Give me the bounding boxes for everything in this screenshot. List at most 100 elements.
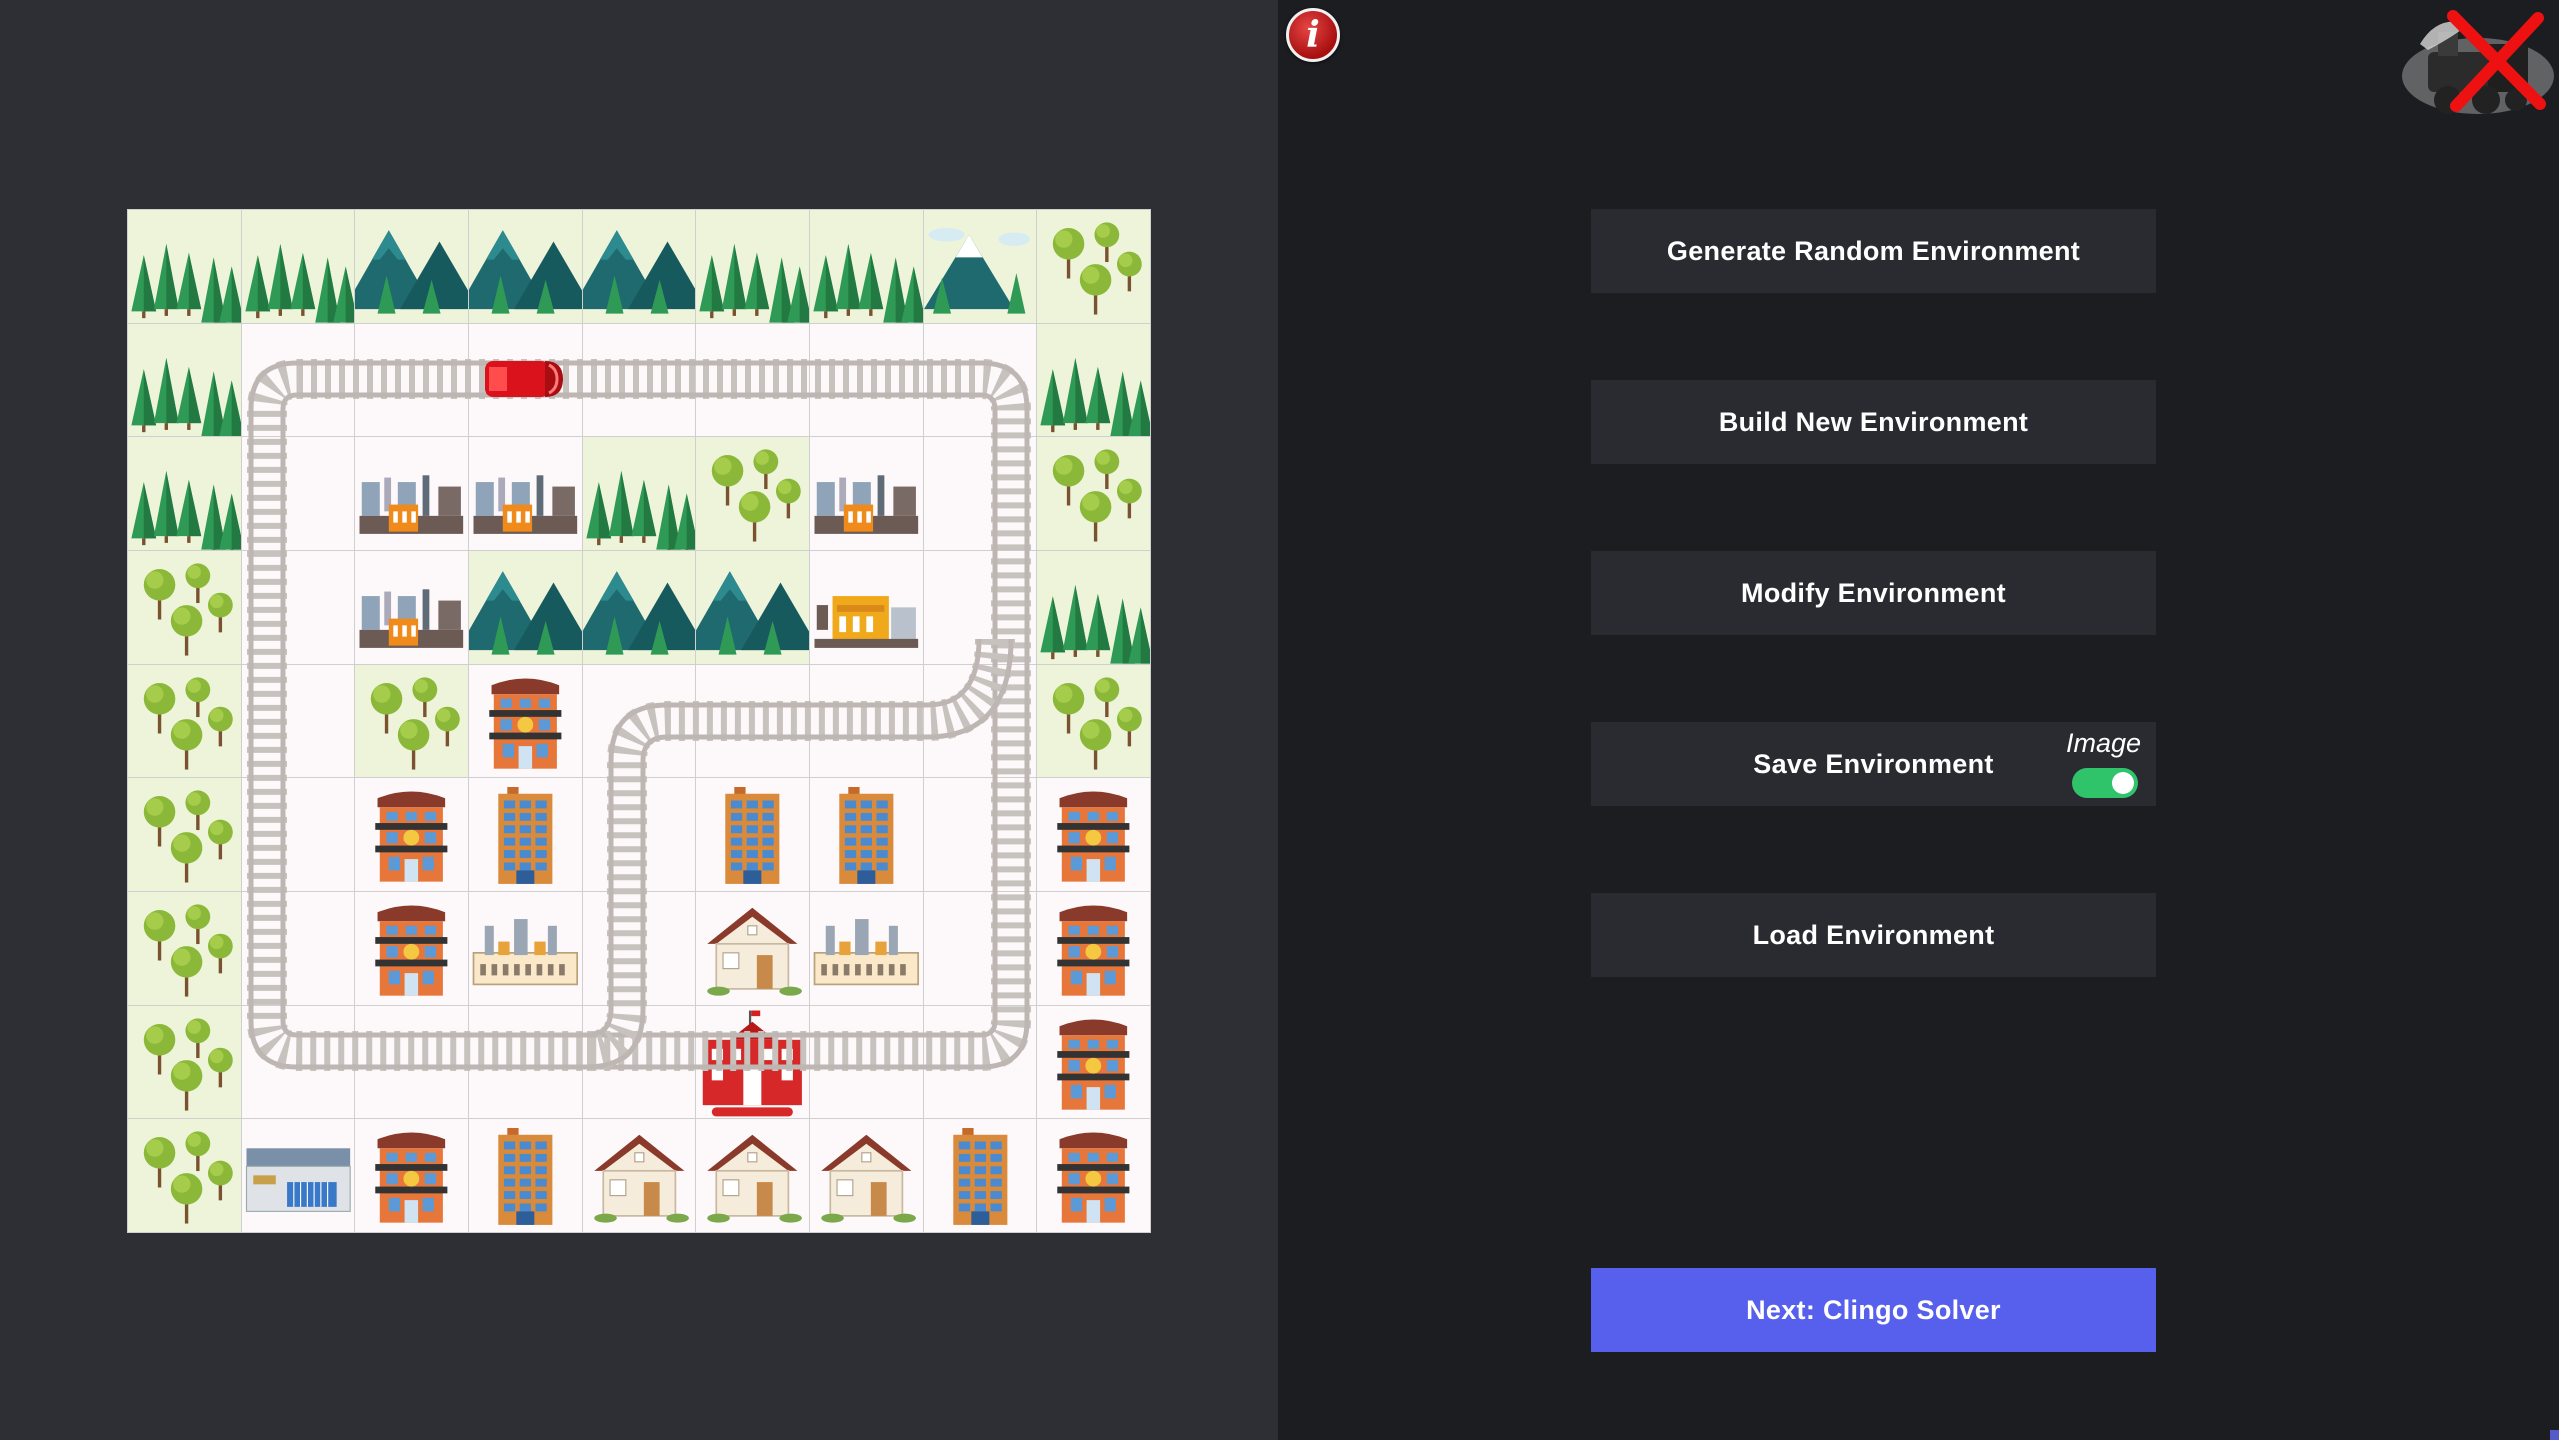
grid-cell-hotel[interactable] xyxy=(468,664,582,778)
grid-cell-pine[interactable] xyxy=(128,437,241,550)
grid-cell-empty[interactable] xyxy=(923,1005,1037,1119)
grid-cell-tree[interactable] xyxy=(1037,210,1150,323)
grid-cell-hotel[interactable] xyxy=(355,1119,468,1232)
train-close-icon xyxy=(2402,10,2554,114)
grid-cell-empty[interactable] xyxy=(582,891,696,1005)
grid-cell-pine[interactable] xyxy=(696,210,809,323)
grid-cell-empty[interactable] xyxy=(696,323,809,437)
grid-cell-warehouse[interactable] xyxy=(241,1119,355,1232)
grid-cell-pine[interactable] xyxy=(582,437,696,550)
grid-cell-tree[interactable] xyxy=(128,550,241,664)
grid-cell-empty[interactable] xyxy=(241,550,355,664)
grid-cell-tree[interactable] xyxy=(128,891,241,1005)
environment-grid[interactable] xyxy=(127,209,1151,1233)
grid-cell-house[interactable] xyxy=(809,1119,923,1232)
grid-cell-school[interactable] xyxy=(696,1005,809,1119)
grid-cell-pine[interactable] xyxy=(809,210,923,323)
grid-cell-house[interactable] xyxy=(582,1119,696,1232)
grid-cell-pine[interactable] xyxy=(1037,550,1150,664)
grid-cell-empty[interactable] xyxy=(241,664,355,778)
grid-cell-empty[interactable] xyxy=(923,437,1037,550)
next-clingo-solver-button[interactable]: Next: Clingo Solver xyxy=(1591,1268,2156,1352)
mountain-snow-icon xyxy=(923,228,1030,314)
hotel-icon xyxy=(489,678,562,769)
load-environment-button[interactable]: Load Environment xyxy=(1591,893,2156,977)
scrollbar-corner xyxy=(2550,1430,2559,1440)
grid-cell-empty[interactable] xyxy=(923,664,1037,778)
grid-cell-office[interactable] xyxy=(809,778,923,891)
grid-cell-empty[interactable] xyxy=(241,778,355,891)
grid-cell-hotel[interactable] xyxy=(355,778,468,891)
grid-cell-empty[interactable] xyxy=(809,1005,923,1119)
grid-cell-mountain[interactable] xyxy=(696,550,809,664)
grid-cell-tree[interactable] xyxy=(128,1119,241,1232)
grid-cell-office[interactable] xyxy=(468,1119,582,1232)
grid-cell-house[interactable] xyxy=(696,1119,809,1232)
generate-random-environment-button[interactable]: Generate Random Environment xyxy=(1591,209,2156,293)
grid-cell-empty[interactable] xyxy=(241,323,355,437)
grid-cell-empty[interactable] xyxy=(582,664,696,778)
grid-cell-empty[interactable] xyxy=(923,778,1037,891)
grid-cell-factory-yellow[interactable] xyxy=(809,550,923,664)
grid-cell-factory[interactable] xyxy=(355,550,468,664)
grid-cell-tree[interactable] xyxy=(1037,437,1150,550)
grid-cell-hotel[interactable] xyxy=(1037,778,1150,891)
grid-cell-office[interactable] xyxy=(696,778,809,891)
grid-cell-empty[interactable] xyxy=(355,1005,468,1119)
info-button[interactable]: i xyxy=(1286,8,1340,62)
grid-cell-mountain[interactable] xyxy=(582,550,696,664)
grid-cell-empty[interactable] xyxy=(241,891,355,1005)
close-button[interactable] xyxy=(2398,4,2556,122)
grid-cell-pine[interactable] xyxy=(128,210,241,323)
grid-cell-factory[interactable] xyxy=(355,437,468,550)
grid-cell-pine[interactable] xyxy=(128,323,241,437)
grid-cell-mountain[interactable] xyxy=(468,550,582,664)
grid-cell-empty[interactable] xyxy=(582,778,696,891)
grid-cell-mountain[interactable] xyxy=(582,210,696,323)
grid-cell-tree[interactable] xyxy=(1037,664,1150,778)
grid-cell-pine[interactable] xyxy=(241,210,355,323)
grid-cell-empty[interactable] xyxy=(355,323,468,437)
grid-cell-empty[interactable] xyxy=(468,1005,582,1119)
grid-cell-mountain[interactable] xyxy=(468,210,582,323)
modify-environment-button[interactable]: Modify Environment xyxy=(1591,551,2156,635)
grid-cell-tree[interactable] xyxy=(696,437,809,550)
mountain-icon xyxy=(696,571,809,655)
grid-cell-empty[interactable] xyxy=(809,323,923,437)
mountain-icon xyxy=(582,571,696,655)
grid-cell-factory[interactable] xyxy=(809,437,923,550)
grid-cell-tree[interactable] xyxy=(128,664,241,778)
grid-cell-empty[interactable] xyxy=(923,550,1037,664)
grid-cell-empty[interactable] xyxy=(241,1005,355,1119)
grid-cell-tree[interactable] xyxy=(128,1005,241,1119)
house-icon xyxy=(707,1135,803,1223)
grid-cell-hotel[interactable] xyxy=(355,891,468,1005)
grid-cell-hotel[interactable] xyxy=(1037,1119,1150,1232)
grid-cell-empty[interactable] xyxy=(923,891,1037,1005)
grid-cell-office[interactable] xyxy=(468,778,582,891)
tree-icon xyxy=(712,449,802,542)
grid-cell-mountain-snow[interactable] xyxy=(923,210,1037,323)
grid-cell-empty[interactable] xyxy=(468,323,582,437)
grid-cell-hotel[interactable] xyxy=(1037,891,1150,1005)
grid-cell-tree[interactable] xyxy=(355,664,468,778)
grid-cell-mountain[interactable] xyxy=(355,210,468,323)
house-icon xyxy=(593,1135,689,1223)
grid-cell-empty[interactable] xyxy=(241,437,355,550)
grid-cell-plant[interactable] xyxy=(468,891,582,1005)
image-toggle[interactable] xyxy=(2072,768,2138,798)
grid-cell-house[interactable] xyxy=(696,891,809,1005)
grid-cell-empty[interactable] xyxy=(582,323,696,437)
grid-cell-empty[interactable] xyxy=(582,1005,696,1119)
hotel-icon xyxy=(375,791,448,882)
grid-cell-empty[interactable] xyxy=(809,664,923,778)
grid-cell-office[interactable] xyxy=(923,1119,1037,1232)
grid-cell-hotel[interactable] xyxy=(1037,1005,1150,1119)
grid-cell-pine[interactable] xyxy=(1037,323,1150,437)
grid-cell-empty[interactable] xyxy=(696,664,809,778)
grid-cell-plant[interactable] xyxy=(809,891,923,1005)
grid-cell-factory[interactable] xyxy=(468,437,582,550)
grid-cell-empty[interactable] xyxy=(923,323,1037,437)
build-new-environment-button[interactable]: Build New Environment xyxy=(1591,380,2156,464)
grid-cell-tree[interactable] xyxy=(128,778,241,891)
